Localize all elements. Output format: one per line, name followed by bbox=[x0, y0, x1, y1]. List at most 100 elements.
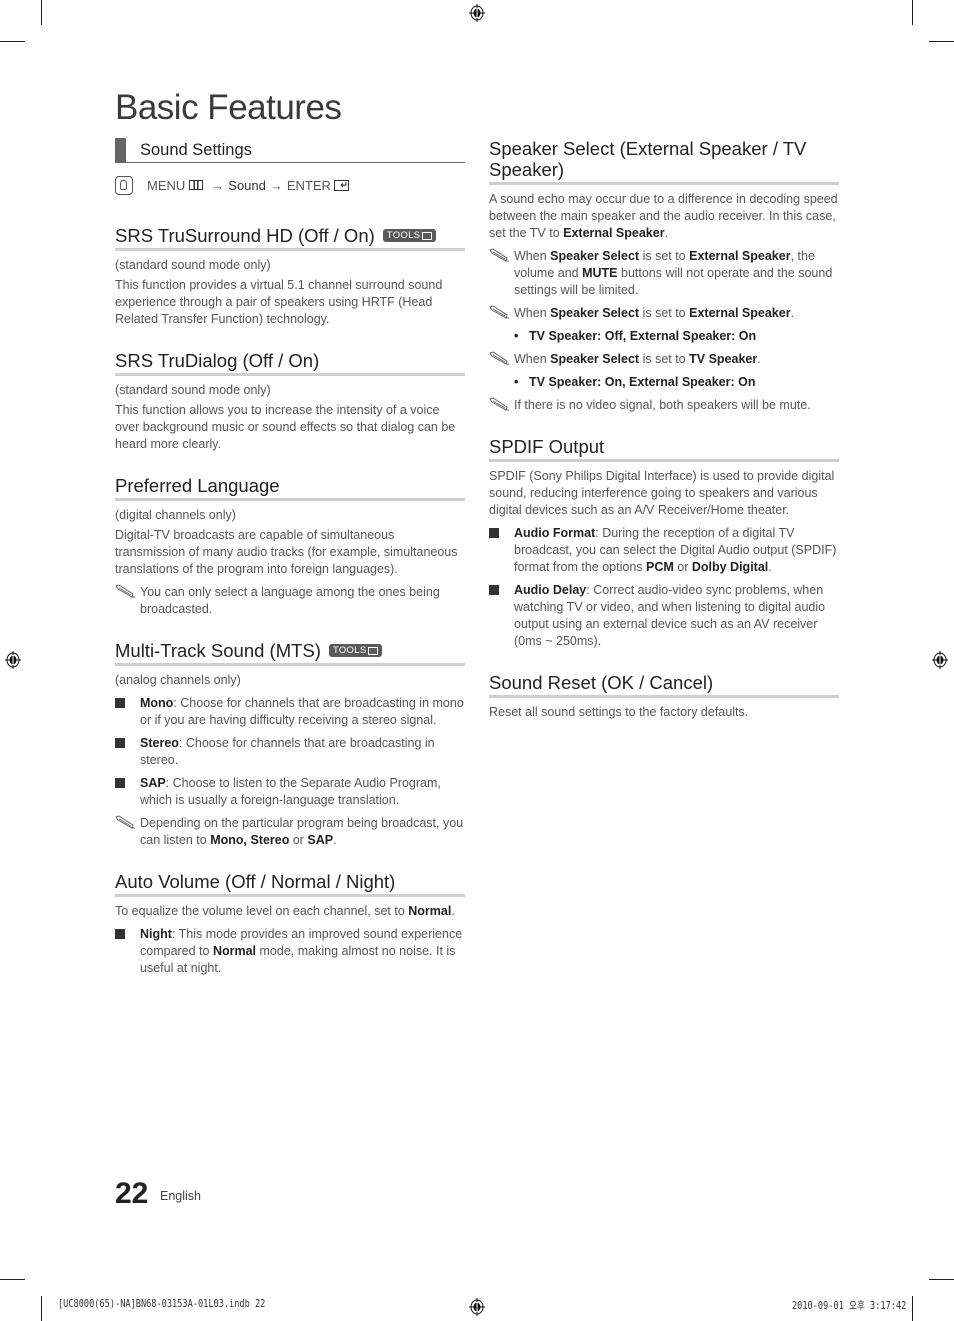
memo: When Speaker Select is set to TV Speaker… bbox=[489, 351, 839, 368]
bullet-item: SAP: Choose to listen to the Separate Au… bbox=[115, 775, 465, 809]
section-heading: Preferred Language bbox=[115, 475, 465, 501]
section-heading-text: Speaker Select (External Speaker / TV Sp… bbox=[489, 138, 807, 180]
tools-icon bbox=[422, 231, 433, 240]
memo-text: When bbox=[514, 249, 551, 263]
bullet-item: Audio Delay: Correct audio-video sync pr… bbox=[489, 582, 839, 650]
memo-text: When bbox=[514, 306, 551, 320]
section-heading-text: SRS TruDialog (Off / On) bbox=[115, 350, 320, 371]
crop-mark bbox=[912, 1296, 913, 1321]
hand-pointer-icon bbox=[115, 175, 133, 195]
section-heading-text: Preferred Language bbox=[115, 475, 280, 496]
bullet-item: Night: This mode provides an improved so… bbox=[115, 926, 465, 977]
menu-icon bbox=[189, 180, 204, 190]
crop-mark bbox=[929, 1279, 954, 1280]
section-body: This function allows you to increase the… bbox=[115, 403, 456, 451]
section-heading-text: Sound Reset (OK / Cancel) bbox=[489, 672, 714, 693]
memo: If there is no video signal, both speake… bbox=[489, 397, 839, 414]
bullet-text: : Choose for channels that are broadcast… bbox=[140, 736, 435, 767]
pencil-note-icon bbox=[489, 305, 509, 319]
subheading-bar bbox=[115, 138, 126, 162]
section-heading-text: SPDIF Output bbox=[489, 436, 605, 457]
dot-bullet-icon: • bbox=[514, 375, 519, 389]
bullet-bold: PCM bbox=[646, 560, 674, 574]
print-slug-file: [UC8000(65)-NA]BN68-03153A-01L03.indb 22 bbox=[58, 1298, 266, 1310]
bullet-term: Mono bbox=[140, 696, 174, 710]
tools-label: TOOLS bbox=[332, 645, 367, 656]
memo-text: is set to bbox=[639, 306, 690, 320]
sound-label: Sound bbox=[228, 177, 266, 193]
left-column: Sound Settings MENU → Sound → ENTER ↵ SR… bbox=[115, 138, 465, 999]
memo-text: . bbox=[333, 833, 337, 847]
square-bullet-icon bbox=[115, 778, 125, 788]
section-spdif-output: SPDIF Output SPDIF (Sony Philips Digital… bbox=[489, 436, 839, 650]
memo-text: If there is no video signal, both speake… bbox=[514, 398, 811, 412]
section-heading-text: Auto Volume (Off / Normal / Night) bbox=[115, 871, 396, 892]
menu-path: MENU → Sound → ENTER ↵ bbox=[115, 173, 465, 197]
memo-text: is set to bbox=[639, 352, 690, 366]
arrow: → bbox=[211, 177, 225, 193]
subheading: Sound Settings bbox=[115, 138, 465, 163]
registration-mark-icon bbox=[5, 651, 21, 669]
memo-bold: External Speaker bbox=[689, 249, 791, 263]
tools-icon bbox=[368, 646, 379, 655]
section-heading: SPDIF Output bbox=[489, 436, 839, 462]
section-note: (standard sound mode only) bbox=[115, 258, 271, 272]
bullet-text: : Choose to listen to the Separate Audio… bbox=[140, 776, 441, 807]
page-number: 22 bbox=[115, 1177, 149, 1210]
memo-bold: Mono, Stereo bbox=[210, 833, 290, 847]
bullet-text: . bbox=[768, 560, 772, 574]
body-bold: Normal bbox=[408, 904, 452, 918]
pencil-note-icon bbox=[489, 248, 509, 262]
registration-mark-icon bbox=[469, 1298, 485, 1316]
bullet-item: Audio Format: During the reception of a … bbox=[489, 525, 839, 576]
memo: When Speaker Select is set to External S… bbox=[489, 305, 839, 322]
dot-bullet-icon: • bbox=[514, 329, 519, 343]
bullet-bold: Dolby Digital bbox=[691, 560, 769, 574]
section-heading: SRS TruSurround HD (Off / On) TOOLS bbox=[115, 225, 465, 251]
bullet-item: Mono: Choose for channels that are broad… bbox=[115, 695, 465, 729]
arrow: → bbox=[269, 177, 283, 193]
enter-icon: ↵ bbox=[333, 179, 349, 191]
body-text: . bbox=[664, 226, 669, 240]
section-body: To equalize the volume level on each cha… bbox=[115, 903, 465, 920]
crop-mark bbox=[929, 41, 954, 42]
memo-bold: Speaker Select bbox=[550, 249, 640, 263]
pencil-note-icon bbox=[115, 815, 135, 829]
memo-text: or bbox=[289, 833, 308, 847]
section-heading-text: SRS TruSurround HD (Off / On) bbox=[115, 225, 375, 246]
section-multi-track-sound: Multi-Track Sound (MTS) TOOLS (analog ch… bbox=[115, 640, 465, 849]
bullet-bold: Normal bbox=[212, 944, 257, 958]
memo-text: When bbox=[514, 352, 551, 366]
memo-bold: MUTE bbox=[582, 266, 618, 280]
tools-badge: TOOLS bbox=[382, 229, 437, 242]
bullet-term: Audio Format bbox=[514, 526, 596, 540]
bullet-term: Night bbox=[140, 927, 172, 941]
crop-mark bbox=[0, 1279, 25, 1280]
memo-text: You can only select a language among the… bbox=[140, 585, 440, 616]
section-heading: Sound Reset (OK / Cancel) bbox=[489, 672, 839, 698]
tools-badge: TOOLS bbox=[328, 644, 383, 657]
bullet-text: : Choose for channels that are broadcast… bbox=[140, 696, 464, 727]
crop-mark bbox=[912, 0, 913, 25]
crop-mark bbox=[0, 41, 25, 42]
section-body: Reset all sound settings to the factory … bbox=[489, 705, 749, 719]
memo-text: . bbox=[757, 352, 761, 366]
section-note: (digital channels only) bbox=[115, 508, 236, 522]
enter-label: ENTER bbox=[286, 177, 331, 193]
section-auto-volume: Auto Volume (Off / Normal / Night) To eq… bbox=[115, 871, 465, 977]
memo-bold: TV Speaker bbox=[689, 352, 758, 366]
memo-bold: Speaker Select bbox=[550, 306, 640, 320]
section-heading: Multi-Track Sound (MTS) TOOLS bbox=[115, 640, 465, 666]
memo-bold: Speaker Select bbox=[550, 352, 640, 366]
memo: Depending on the particular program bein… bbox=[115, 815, 465, 849]
dot-item: • TV Speaker: On, External Speaker: On bbox=[514, 374, 839, 391]
page-language: English bbox=[160, 1189, 201, 1203]
memo-bold: External Speaker bbox=[689, 306, 791, 320]
bullet-term: Audio Delay bbox=[514, 583, 587, 597]
section-speaker-select: Speaker Select (External Speaker / TV Sp… bbox=[489, 138, 839, 414]
square-bullet-icon bbox=[489, 585, 499, 595]
section-heading: Speaker Select (External Speaker / TV Sp… bbox=[489, 138, 839, 185]
section-heading: Auto Volume (Off / Normal / Night) bbox=[115, 871, 465, 897]
bullet-text: or bbox=[673, 560, 692, 574]
pencil-note-icon bbox=[115, 584, 135, 598]
